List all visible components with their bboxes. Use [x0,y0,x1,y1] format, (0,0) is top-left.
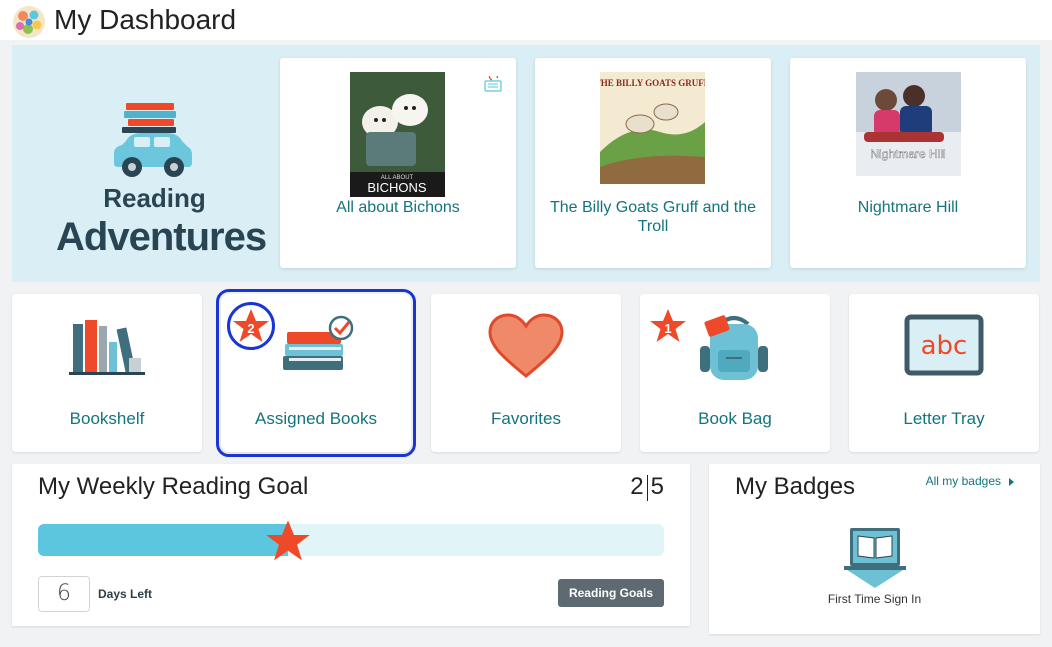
open-book-laptop-icon[interactable] [844,526,906,590]
heart-icon [488,313,564,378]
page-title: My Dashboard [54,4,237,35]
goal-progress-bar [38,524,664,556]
tile-label: Letter Tray [903,409,985,428]
days-left-label: Days Left [98,587,153,601]
badge-label: First Time Sign In [827,592,922,606]
car-with-books-icon [114,103,192,177]
cover-text: THE BILLY GOATS GRUFF [600,78,705,88]
reading-goals-button[interactable]: Reading Goals [557,579,664,607]
bookbag-count: 1 [664,321,671,336]
book-title[interactable]: Nightmare Hill [800,198,1016,217]
my-badges-panel: My Badges All my badges First Time Sign … [709,464,1040,634]
days-left-count: 6 [38,576,90,612]
badges-title: My Badges [735,473,856,500]
tray-text: abc [921,331,968,361]
banner-title-line2: Adventures [56,215,267,259]
reassign-book-icon[interactable] [484,76,502,92]
goal-counter: 25 [630,472,664,502]
tile-favorites[interactable]: Favorites [431,294,621,452]
header: My Dashboard [0,0,1052,40]
progress-star-icon [266,520,310,561]
cover-text: BICHONS [367,180,427,195]
backpack-icon [700,315,768,380]
weekly-reading-goal-panel: My Weekly Reading Goal 25 6 Days Left Re… [12,464,690,626]
tile-assigned-books[interactable]: 2 Assigned Books [216,289,416,457]
tile-bookshelf[interactable]: Bookshelf [12,294,202,452]
badge-highlight-ring [227,302,275,350]
banner-title-line1: Reading [103,183,206,213]
book-card-billy-goats-gruff[interactable]: THE BILLY GOATS GRUFF The Billy Goats Gr… [535,58,771,268]
book-title[interactable]: The Billy Goats Gruff and the Troll [545,198,761,236]
colorful-circle-logo-icon[interactable] [12,5,46,39]
goal-separator [646,474,648,501]
bookbag-count-star-icon: 1 [650,309,686,342]
cover-text: Nightmare Hill [870,147,945,161]
all-badges-label[interactable]: All my badges [926,474,1001,488]
all-badges-link[interactable]: All my badges [926,474,1014,488]
tile-letter-tray[interactable]: abc Letter Tray [849,294,1039,452]
tile-label: Book Bag [698,409,772,428]
goal-title: My Weekly Reading Goal [38,473,309,500]
book-title[interactable]: All about Bichons [290,198,506,217]
tile-book-bag[interactable]: 1 Book Bag [640,294,830,452]
goal-progress-fill [38,524,288,556]
book-cover-nightmare-hill: Nightmare Hill [856,72,961,176]
book-cover-bichons: ALL ABOUT BICHONS [350,72,445,197]
book-card-nightmare-hill[interactable]: Nightmare Hill Nightmare Hill [790,58,1026,268]
goal-target: 5 [650,473,664,500]
chevron-right-icon [1009,477,1014,486]
letter-tray-icon: abc [904,314,984,376]
tile-label: Bookshelf [69,409,145,428]
book-card-all-about-bichons[interactable]: ALL ABOUT BICHONS All about Bichons [280,58,516,268]
book-cover-billy-goats: THE BILLY GOATS GRUFF [600,72,705,184]
tile-label: Assigned Books [255,409,377,428]
bookshelf-icon [69,320,145,375]
assigned-books-icon [283,315,354,370]
tile-label: Favorites [491,409,561,428]
goal-completed: 2 [630,473,644,500]
